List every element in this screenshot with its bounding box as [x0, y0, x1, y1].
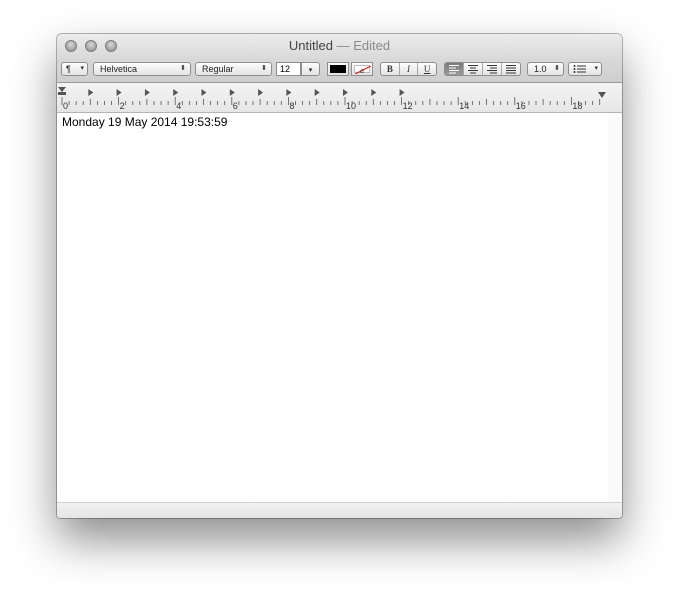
ruler-label: 4 — [176, 101, 181, 111]
text-color-swatch — [330, 65, 346, 73]
text-color-well[interactable] — [327, 62, 349, 76]
justify-icon — [506, 65, 516, 74]
tab-stop-marker[interactable] — [371, 89, 377, 96]
underline-label: U — [423, 64, 431, 74]
ruler-label: 14 — [459, 101, 469, 111]
align-left-icon — [449, 65, 459, 74]
align-right-button[interactable] — [483, 63, 502, 75]
left-indent-marker[interactable] — [58, 92, 66, 95]
paragraph-style-label: ¶ — [66, 64, 71, 74]
tab-stop-marker[interactable] — [343, 89, 348, 96]
chevron-down-icon: ▾ — [308, 67, 313, 74]
tab-stop-marker[interactable] — [201, 89, 207, 96]
ruler-label: 10 — [346, 101, 356, 111]
tab-stop-marker[interactable] — [116, 89, 122, 96]
window-bottom-edge — [57, 502, 622, 518]
justify-button[interactable] — [502, 63, 520, 75]
right-margin-marker[interactable] — [598, 92, 606, 98]
ruler-label: 2 — [120, 101, 125, 111]
italic-label: I — [407, 64, 410, 74]
title-bar[interactable]: Untitled — Edited ¶ ▾ Helvetica ⬍ Regula… — [57, 34, 622, 83]
ruler-label: 6 — [233, 101, 238, 111]
ruler-label: 18 — [572, 101, 582, 111]
format-toolbar: ¶ ▾ Helvetica ⬍ Regular ⬍ 12 ▾ a B I U 1… — [57, 60, 622, 78]
text-editor[interactable]: Monday 19 May 2014 19:53:59 — [57, 113, 609, 502]
ruler-label: 12 — [403, 101, 413, 111]
document-text[interactable]: Monday 19 May 2014 19:53:59 — [62, 115, 227, 129]
tab-stop-marker[interactable] — [229, 89, 235, 96]
font-typeface-popup[interactable]: Regular ⬍ — [195, 62, 272, 76]
ruler-label: 16 — [516, 101, 526, 111]
font-typeface-value: Regular — [202, 64, 234, 74]
tab-stop-marker[interactable] — [144, 89, 150, 96]
chevron-down-icon: ▾ — [80, 65, 84, 72]
font-style-buttons: B I U — [380, 62, 437, 76]
no-highlight-icon: a — [355, 66, 371, 74]
edited-indicator: — Edited — [336, 38, 391, 53]
line-spacing-popup[interactable]: 1.0 ⬍ — [527, 62, 564, 76]
no-color-swatch: a — [354, 65, 371, 74]
font-size-menu-button[interactable]: ▾ — [301, 62, 320, 76]
ruler-label: 8 — [289, 101, 294, 111]
font-size-value: 12 — [280, 64, 291, 74]
updown-arrow-icon: ⬍ — [180, 65, 186, 72]
highlight-color-well[interactable]: a — [351, 62, 373, 76]
tab-stop-marker[interactable] — [173, 89, 179, 96]
tab-stop-marker[interactable] — [399, 89, 405, 96]
font-family-value: Helvetica — [100, 64, 138, 74]
tab-stop-marker[interactable] — [314, 89, 320, 96]
document-name: Untitled — [288, 38, 333, 53]
chevron-down-icon: ▾ — [594, 65, 598, 72]
align-center-icon — [468, 65, 478, 74]
updown-arrow-icon: ⬍ — [261, 65, 267, 72]
bold-button[interactable]: B — [381, 63, 400, 75]
paragraph-styles-popup[interactable]: ¶ ▾ — [61, 62, 88, 76]
ruler-scale: 0 2 4 6 8 10 12 14 16 18 — [58, 87, 606, 111]
window-title: Untitled — Edited — [57, 38, 622, 53]
lists-popup[interactable]: ▾ — [568, 62, 602, 76]
tab-stop-marker[interactable] — [258, 89, 264, 96]
updown-arrow-icon: ⬍ — [554, 65, 560, 72]
align-left-button[interactable] — [445, 63, 464, 75]
textedit-window: Untitled — Edited ¶ ▾ Helvetica ⬍ Regula… — [57, 34, 622, 518]
align-right-icon — [487, 65, 497, 74]
first-line-indent-marker[interactable] — [58, 87, 66, 92]
list-bullets-icon — [573, 63, 587, 75]
ruler-label: 0 — [63, 101, 68, 111]
vertical-scroll-track[interactable] — [608, 113, 622, 502]
alignment-buttons — [444, 62, 521, 76]
tab-stop-marker[interactable] — [286, 89, 292, 96]
font-family-popup[interactable]: Helvetica ⬍ — [93, 62, 191, 76]
svg-text:a: a — [360, 67, 364, 74]
italic-button[interactable]: I — [400, 63, 419, 75]
font-size-field[interactable]: 12 — [276, 62, 301, 76]
ruler[interactable]: 0 2 4 6 8 10 12 14 16 18 — [57, 83, 622, 113]
underline-button[interactable]: U — [418, 63, 436, 75]
bold-label: B — [386, 64, 393, 74]
tab-stop-marker[interactable] — [88, 89, 94, 96]
line-spacing-value: 1.0 — [534, 64, 547, 74]
align-center-button[interactable] — [464, 63, 483, 75]
